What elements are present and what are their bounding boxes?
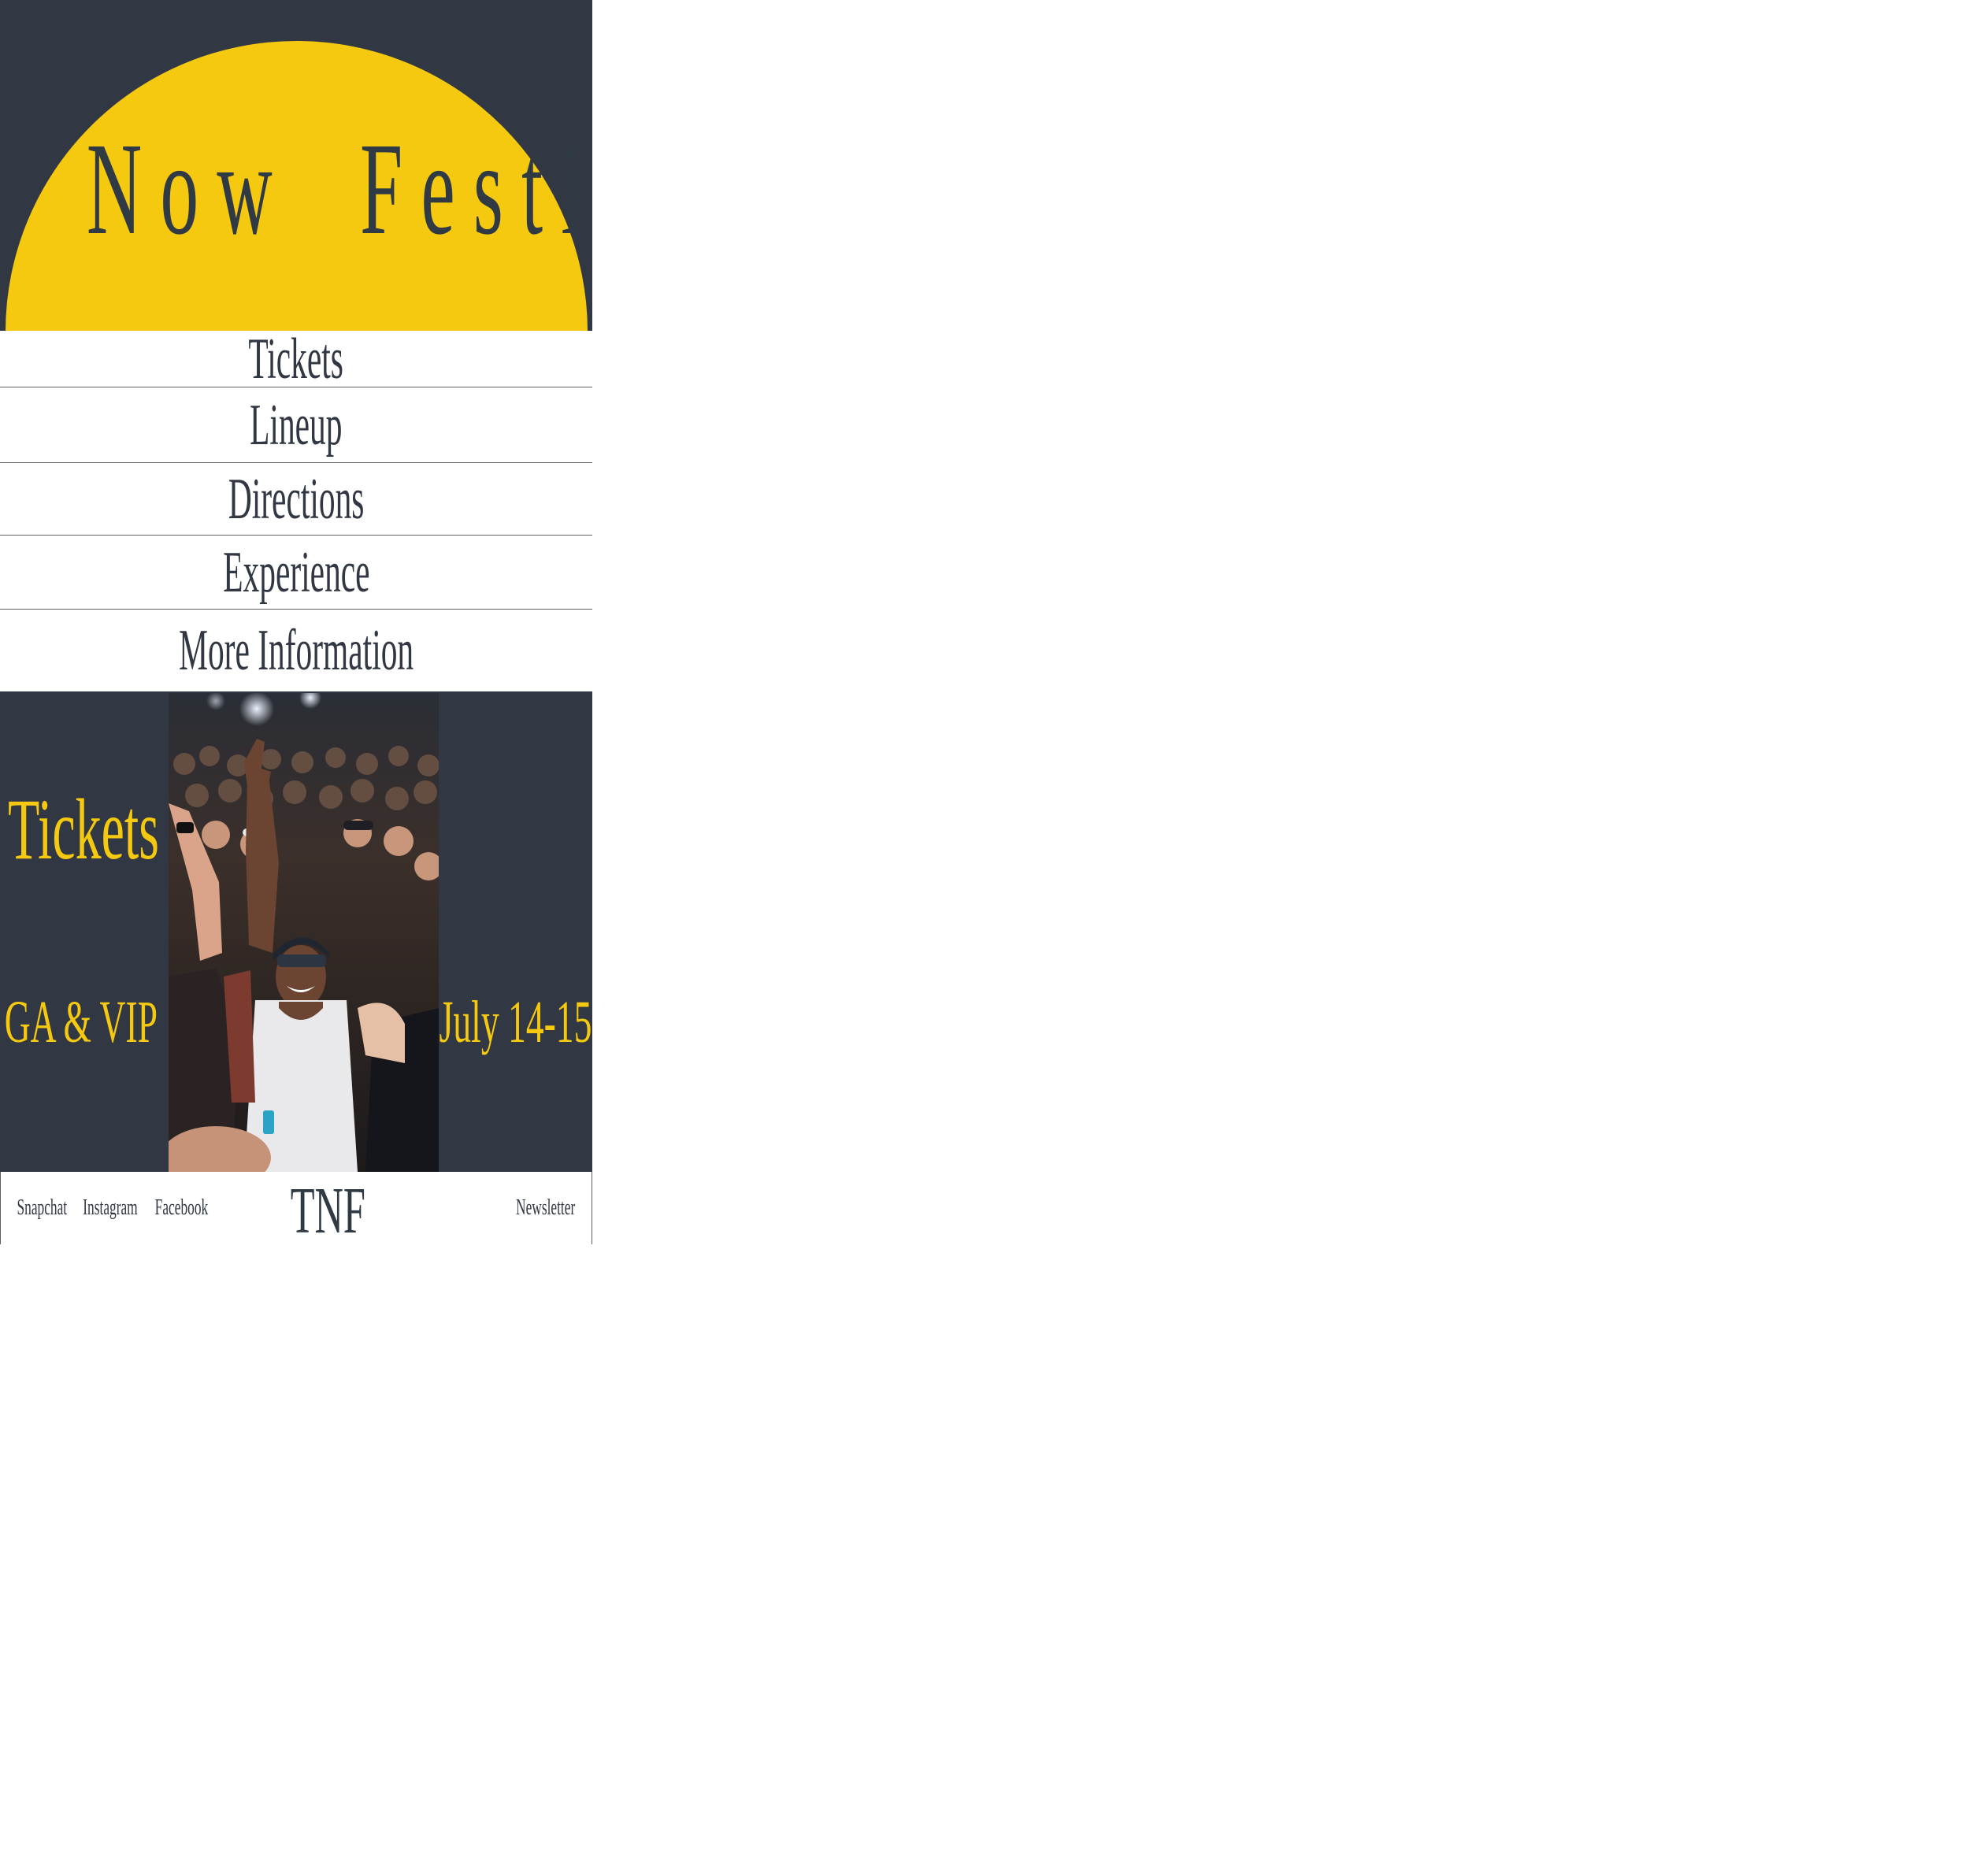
nav-item-lineup[interactable]: Lineup	[0, 387, 592, 463]
ticket-types-wrap: GA & VIP	[0, 991, 161, 1054]
promo-title-wrap: Tickets	[0, 786, 167, 873]
nav-item-label: Experience	[222, 539, 370, 605]
footer-link-label: Snapchat	[17, 1195, 67, 1220]
tickets-promo[interactable]: Tickets GA & VIP July 14-15	[0, 691, 592, 1172]
nav-item-experience[interactable]: Experience	[0, 536, 592, 610]
hero-banner: The Now Festival	[0, 0, 592, 331]
nav-item-directions[interactable]: Directions	[0, 463, 592, 536]
footer-link-instagram[interactable]: Instagram	[76, 1192, 144, 1224]
festival-title: The Now Festival	[0, 122, 592, 256]
crowd-photo-illustration	[169, 693, 439, 1172]
footer-link-label: Instagram	[83, 1195, 138, 1220]
festival-page: The Now Festival Tickets Lineup Directio…	[0, 0, 592, 1244]
main-navigation: Tickets Lineup Directions Experience Mor…	[0, 331, 592, 691]
promo-title: Tickets	[8, 781, 159, 877]
nav-item-label: Directions	[228, 466, 365, 532]
festival-dates-label: July 14-15	[439, 989, 592, 1055]
site-footer: Snapchat Instagram Facebook TNF Newslett…	[0, 1172, 592, 1244]
footer-link-label: Facebook	[154, 1195, 208, 1220]
festival-dates-wrap: July 14-15	[438, 991, 592, 1054]
nav-item-tickets[interactable]: Tickets	[0, 331, 592, 387]
hero-title-wrap: The Now Festival	[0, 122, 592, 256]
footer-link-label: Newsletter	[516, 1195, 576, 1220]
nav-item-more-information[interactable]: More Information	[0, 610, 592, 691]
footer-logo[interactable]: TNF	[284, 1178, 371, 1244]
footer-link-facebook[interactable]: Facebook	[149, 1192, 213, 1224]
nav-item-label: More Information	[178, 618, 414, 683]
footer-link-newsletter[interactable]: Newsletter	[510, 1192, 582, 1224]
footer-logo-text: TNF	[290, 1174, 365, 1244]
nav-item-label: Tickets	[248, 331, 344, 387]
concert-crowd-photo	[169, 693, 439, 1172]
ticket-types-label: GA & VIP	[4, 989, 158, 1055]
nav-item-label: Lineup	[250, 392, 343, 458]
footer-link-snapchat[interactable]: Snapchat	[12, 1192, 72, 1224]
